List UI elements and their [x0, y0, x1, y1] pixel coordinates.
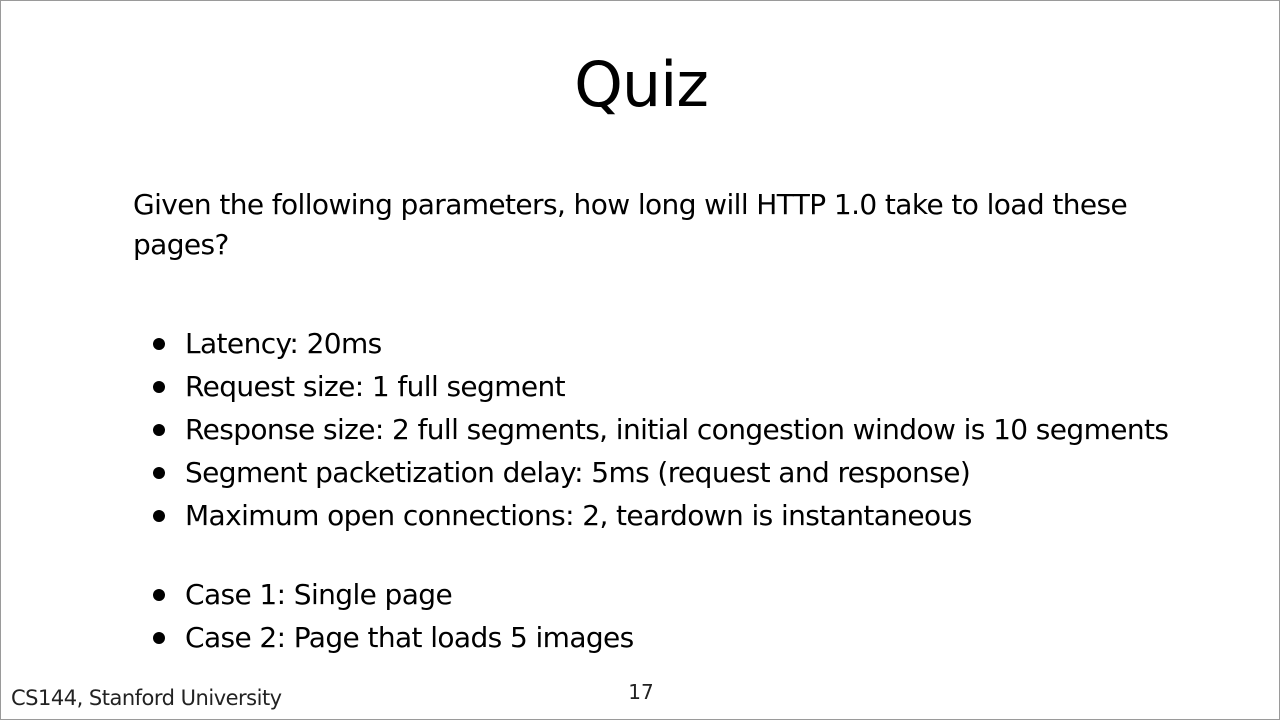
- parameter-list: Latency: 20ms Request size: 1 full segme…: [151, 322, 1169, 537]
- parameter-request-size: Request size: 1 full segment: [185, 370, 566, 403]
- list-item: Segment packetization delay: 5ms (reques…: [151, 451, 1168, 494]
- list-item: Response size: 2 full segments, initial …: [151, 408, 1169, 451]
- list-item: Maximum open connections: 2, teardown is…: [151, 494, 1168, 537]
- bullet-icon: [153, 381, 165, 393]
- case-list: Case 1: Single page Case 2: Page that lo…: [151, 573, 634, 659]
- parameter-response-size: Response size: 2 full segments, initial …: [185, 413, 1169, 446]
- bullet-icon: [153, 510, 165, 522]
- question-text: Given the following parameters, how long…: [133, 188, 1128, 261]
- list-item: Request size: 1 full segment: [151, 365, 1168, 408]
- parameter-latency: Latency: 20ms: [185, 327, 382, 360]
- list-item: Case 2: Page that loads 5 images: [151, 616, 634, 659]
- parameter-max-connections: Maximum open connections: 2, teardown is…: [185, 499, 972, 532]
- slide-title: Quiz: [574, 48, 709, 121]
- bullet-icon: [153, 467, 165, 479]
- page-number: 17: [628, 680, 654, 704]
- bullet-icon: [153, 338, 165, 350]
- slide: Quiz Given the following parameters, how…: [0, 0, 1280, 720]
- case-1: Case 1: Single page: [185, 578, 453, 611]
- list-item: Latency: 20ms: [151, 322, 1168, 365]
- list-item: Case 1: Single page: [151, 573, 634, 616]
- bullet-icon: [153, 589, 165, 601]
- bullet-icon: [153, 424, 165, 436]
- case-2: Case 2: Page that loads 5 images: [185, 621, 634, 654]
- bullet-icon: [153, 632, 165, 644]
- course-footer: CS144, Stanford University: [11, 686, 282, 710]
- parameter-packetization-delay: Segment packetization delay: 5ms (reques…: [185, 456, 971, 489]
